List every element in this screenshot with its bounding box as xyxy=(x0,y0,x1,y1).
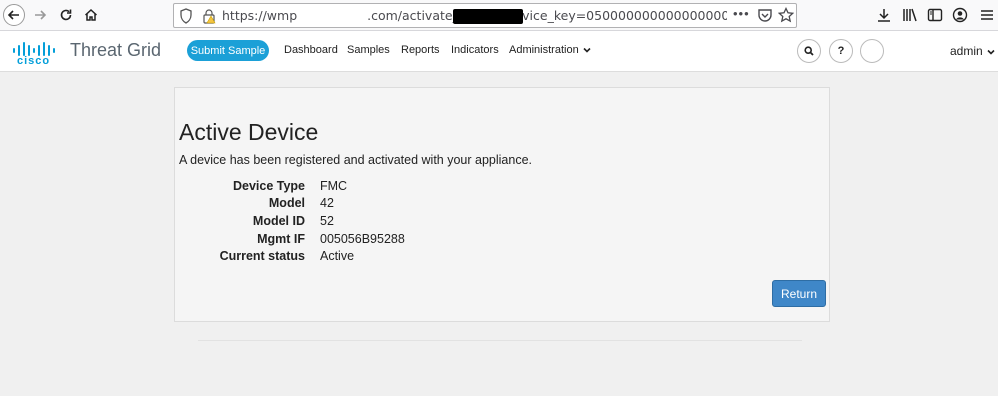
bookmark-star-icon[interactable] xyxy=(778,7,794,23)
reload-button[interactable] xyxy=(55,4,77,26)
reload-icon xyxy=(60,9,72,21)
return-button[interactable]: Return xyxy=(772,280,826,307)
help-button[interactable]: ? xyxy=(829,39,853,63)
nav-reports[interactable]: Reports xyxy=(401,44,440,56)
hamburger-menu-icon[interactable] xyxy=(979,7,995,23)
detail-value: FMC xyxy=(320,179,348,193)
home-icon xyxy=(84,8,98,21)
page-actions-button[interactable]: ••• xyxy=(733,6,749,22)
detail-label: Current status xyxy=(219,249,305,263)
nav-indicators[interactable]: Indicators xyxy=(451,44,499,56)
address-bar[interactable]: https://wmp .com/activate_device?device_k… xyxy=(173,3,797,28)
brand-title[interactable]: Threat Grid xyxy=(70,40,161,61)
detail-label: Model xyxy=(268,196,305,210)
footer-divider xyxy=(198,340,802,341)
detail-label: Device Type xyxy=(232,179,305,193)
forward-button[interactable] xyxy=(29,4,51,26)
detail-row: Device Type FMC xyxy=(175,179,575,197)
chevron-down-icon xyxy=(987,49,995,55)
arrow-left-icon xyxy=(7,10,19,20)
nav-dashboard[interactable]: Dashboard xyxy=(284,44,338,56)
home-button[interactable] xyxy=(80,4,102,26)
detail-value: Active xyxy=(320,249,355,263)
download-icon[interactable] xyxy=(876,7,892,23)
detail-value: 005056B95288 xyxy=(320,232,405,246)
chevron-down-icon xyxy=(583,48,591,53)
back-button[interactable] xyxy=(3,4,25,26)
app-header: cisco Threat Grid Submit Sample Dashboar… xyxy=(0,31,998,72)
active-device-panel: Active Device A device has been register… xyxy=(174,87,830,322)
library-icon[interactable] xyxy=(902,7,918,23)
url-suffix: .com/activate_device?device_key=05000000… xyxy=(367,8,727,23)
shield-icon xyxy=(180,8,192,24)
detail-label: Model ID xyxy=(252,214,305,228)
sidebar-icon[interactable] xyxy=(927,7,943,23)
detail-row: Current status Active xyxy=(175,249,575,267)
account-icon[interactable] xyxy=(952,7,968,23)
detail-label: Mgmt IF xyxy=(257,232,305,246)
pocket-icon[interactable] xyxy=(757,7,773,23)
lock-warning-icon xyxy=(203,9,216,24)
nav-administration[interactable]: Administration xyxy=(509,44,591,56)
detail-row: Model 42 xyxy=(175,196,575,214)
cisco-wordmark: cisco xyxy=(17,55,51,67)
detail-value: 52 xyxy=(320,214,334,228)
detail-row: Mgmt IF 005056B95288 xyxy=(175,232,575,250)
nav-administration-label: Administration xyxy=(509,44,579,56)
user-avatar[interactable] xyxy=(860,39,884,63)
search-button[interactable] xyxy=(797,39,821,63)
redaction-bar xyxy=(453,9,523,24)
nav-samples[interactable]: Samples xyxy=(347,44,390,56)
page-title: Active Device xyxy=(179,119,319,145)
user-menu[interactable]: admin xyxy=(950,44,995,58)
detail-row: Model ID 52 xyxy=(175,214,575,232)
url-prefix: https://wmp xyxy=(222,8,298,23)
arrow-right-icon xyxy=(35,10,47,20)
browser-toolbar: https://wmp .com/activate_device?device_k… xyxy=(0,0,998,31)
submit-sample-button[interactable]: Submit Sample xyxy=(187,40,269,61)
page-description: A device has been registered and activat… xyxy=(179,153,533,167)
user-name: admin xyxy=(950,44,983,58)
detail-value: 42 xyxy=(320,196,334,210)
search-icon xyxy=(804,46,814,56)
